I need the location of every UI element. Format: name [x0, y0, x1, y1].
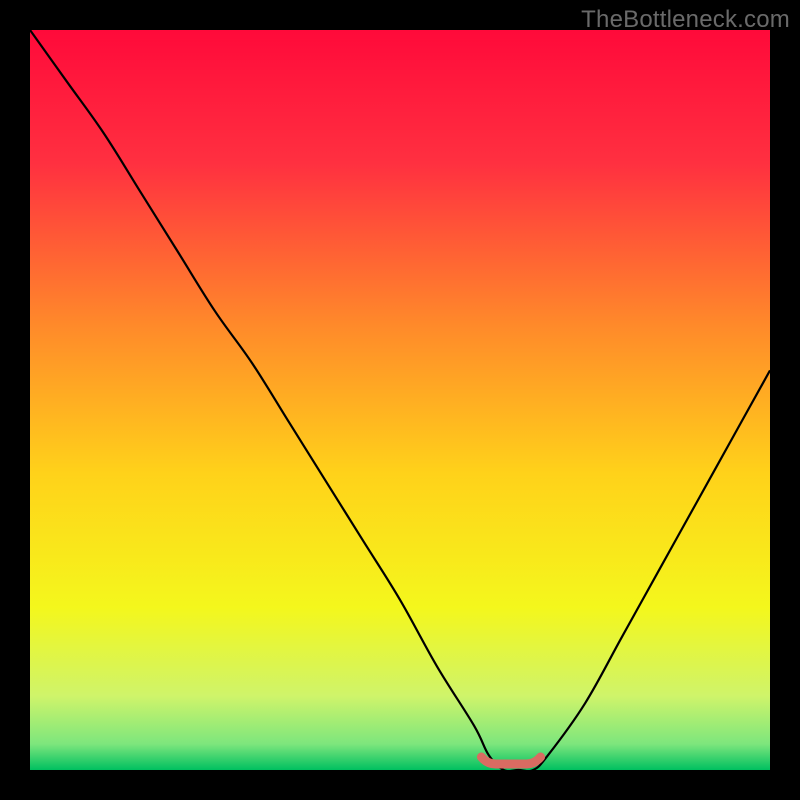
watermark-text: TheBottleneck.com [581, 6, 790, 34]
chart-area [30, 30, 770, 770]
gradient-background [30, 30, 770, 770]
